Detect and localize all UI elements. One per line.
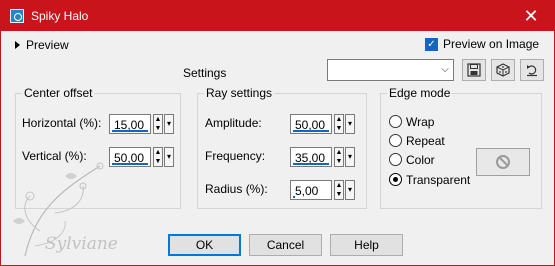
reset-defaults-button[interactable] <box>520 59 544 81</box>
horizontal-dropdown[interactable]: ▾ <box>164 114 174 134</box>
floppy-disk-icon <box>467 63 481 77</box>
amplitude-spinner[interactable]: ▲ ▼ <box>334 114 344 134</box>
frequency-slider-bar[interactable] <box>293 163 329 165</box>
window-title: Spiky Halo <box>31 9 89 23</box>
frequency-input[interactable]: 35,00 <box>290 147 332 167</box>
amplitude-input[interactable]: 50,00 <box>290 114 332 134</box>
frequency-dropdown[interactable]: ▾ <box>345 147 355 167</box>
close-button[interactable]: ✕ <box>508 1 554 31</box>
preview-label: Preview <box>26 38 69 52</box>
radius-slider-bar[interactable] <box>293 196 295 198</box>
radius-dropdown[interactable]: ▾ <box>345 180 355 200</box>
dice-icon <box>496 63 510 77</box>
help-button[interactable]: Help <box>330 234 403 256</box>
title-bar: Spiky Halo ✕ <box>1 1 554 31</box>
radio-transparent-label[interactable]: Transparent <box>406 173 470 187</box>
chevron-down-icon: ⌵ <box>441 64 449 75</box>
radio-transparent[interactable] <box>389 173 402 186</box>
preview-toggle[interactable]: Preview <box>15 37 69 53</box>
edge-mode-title: Edge mode <box>387 86 453 100</box>
radio-repeat[interactable] <box>389 134 402 147</box>
expand-triangle-icon <box>15 41 20 49</box>
amplitude-label: Amplitude: <box>205 116 262 130</box>
reset-icon <box>527 65 537 77</box>
ray-settings-group: Ray settings Amplitude: 50,00 ▲ ▼ ▾ Frequ… <box>197 86 367 209</box>
radio-color[interactable] <box>389 153 402 166</box>
checkmark-icon: ✓ <box>425 37 438 51</box>
ok-button[interactable]: OK <box>168 234 241 256</box>
horizontal-input[interactable]: 15,00 <box>109 114 151 134</box>
horizontal-spinner[interactable]: ▲ ▼ <box>153 114 163 134</box>
edge-color-swatch[interactable] <box>476 148 530 176</box>
preview-on-image-label: Preview on Image <box>443 37 540 51</box>
amplitude-slider-bar[interactable] <box>293 130 329 132</box>
horizontal-label: Horizontal (%): <box>22 116 102 130</box>
randomize-button[interactable] <box>491 59 515 81</box>
dialog-window: Spiky Halo ✕ Preview ✓ Preview on Image … <box>0 0 555 266</box>
radio-wrap[interactable] <box>389 115 402 128</box>
vertical-dropdown[interactable]: ▾ <box>164 147 174 167</box>
app-icon <box>10 9 24 23</box>
radius-value: 5,00 <box>295 184 319 198</box>
radius-spinner[interactable]: ▲ ▼ <box>334 180 344 200</box>
watermark-flourish: Sylviane <box>13 162 118 257</box>
frequency-label: Frequency: <box>205 149 266 163</box>
disabled-icon <box>496 155 510 169</box>
ray-settings-title: Ray settings <box>204 86 275 100</box>
preview-on-image-checkbox[interactable]: ✓ Preview on Image <box>425 37 539 51</box>
amplitude-dropdown[interactable]: ▾ <box>345 114 355 134</box>
horizontal-slider-bar[interactable] <box>112 130 148 132</box>
settings-label: Settings <box>183 66 227 80</box>
radio-color-label[interactable]: Color <box>406 153 435 167</box>
watermark-signature: Sylviane <box>45 234 118 254</box>
radio-wrap-label[interactable]: Wrap <box>406 115 434 129</box>
center-offset-title: Center offset <box>22 86 95 100</box>
cancel-button[interactable]: Cancel <box>249 234 322 256</box>
save-preset-button[interactable] <box>462 59 486 81</box>
radio-repeat-label[interactable]: Repeat <box>406 134 445 148</box>
preset-combobox[interactable]: ⌵ <box>327 59 454 81</box>
radius-label: Radius (%): <box>205 182 268 196</box>
radius-input[interactable]: 5,00 <box>290 180 332 200</box>
frequency-spinner[interactable]: ▲ ▼ <box>334 147 344 167</box>
